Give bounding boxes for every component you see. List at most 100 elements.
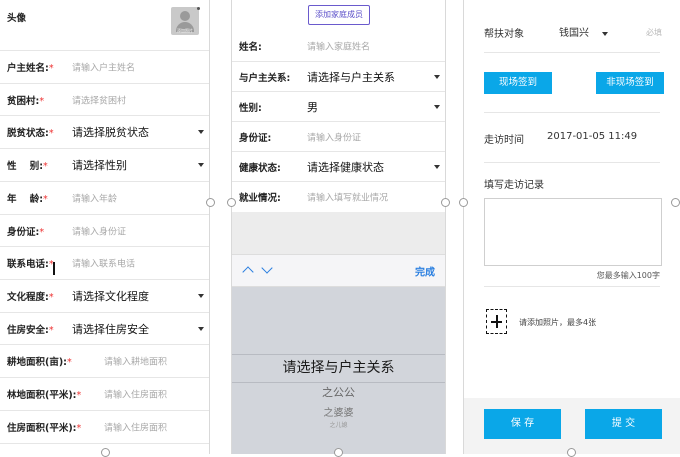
- chevron-down-icon: [198, 326, 204, 331]
- employment-label: 就业情况:: [239, 193, 281, 204]
- resize-handle[interactable]: [206, 198, 215, 207]
- id-card-label: 身份证:*: [7, 226, 45, 238]
- health-select[interactable]: 请选择健康状态: [307, 159, 384, 175]
- poor-village-row[interactable]: 贫困村:* 请选择贫困村: [0, 84, 209, 116]
- picker-option-selected[interactable]: 请选择与户主关系: [232, 357, 445, 377]
- age-input[interactable]: 请输入年龄: [72, 192, 117, 205]
- picker-option[interactable]: 之儿媳: [232, 420, 445, 429]
- householder-name-row[interactable]: 户主姓名:* 请输入户主姓名: [0, 51, 209, 84]
- chevron-down-icon: [602, 32, 608, 36]
- resize-handle[interactable]: [101, 448, 110, 457]
- member-gender-row[interactable]: 性别: 男: [232, 92, 445, 122]
- avatar-caption: 添加照片: [177, 28, 193, 33]
- housing-area-label: 住房面积(平米):*: [7, 423, 82, 434]
- age-label: 年 龄:*: [7, 194, 48, 205]
- chevron-down-icon: [434, 74, 440, 79]
- relation-row[interactable]: 与户主关系: 请选择与户主关系: [232, 62, 445, 92]
- education-row[interactable]: 文化程度:* 请选择文化程度: [0, 280, 209, 313]
- picker-toolbar: 完成: [232, 254, 445, 287]
- health-row[interactable]: 健康状态: 请选择健康状态: [232, 152, 445, 182]
- phone-input[interactable]: 请输入联系电话: [72, 257, 135, 270]
- plus-icon: [495, 315, 498, 328]
- required-hint: 必填: [646, 28, 662, 37]
- age-row[interactable]: 年 龄:* 请输入年龄: [0, 182, 209, 215]
- relation-label: 与户主关系:: [239, 72, 291, 84]
- housing-area-input[interactable]: 请输入住房面积: [104, 421, 167, 434]
- poor-village-input[interactable]: 请选择贫困村: [72, 93, 126, 106]
- gender-select[interactable]: 请选择性别: [72, 157, 127, 173]
- member-name-row[interactable]: 姓名: 请输入家庭姓名: [232, 30, 445, 62]
- householder-name-input[interactable]: 请输入户主姓名: [72, 61, 135, 74]
- visit-record-textarea[interactable]: [484, 198, 662, 266]
- add-photo-button[interactable]: [486, 309, 507, 334]
- employment-row[interactable]: 就业情况: 请输入填写就业情况: [232, 182, 445, 212]
- family-member-panel: 添加家庭成员 姓名: 请输入家庭姓名 与户主关系: 请选择与户主关系 性别: 男…: [231, 0, 446, 454]
- phone-label: 联系电话:*: [7, 259, 54, 270]
- poverty-status-select[interactable]: 请选择脱贫状态: [72, 124, 149, 140]
- picker-option[interactable]: 之公公: [232, 384, 445, 400]
- employment-input[interactable]: 请输入填写就业情况: [307, 191, 388, 204]
- resize-handle[interactable]: [334, 448, 343, 457]
- farmland-area-input[interactable]: 请输入耕地面积: [104, 355, 167, 368]
- forest-area-input[interactable]: 请输入住房面积: [104, 388, 167, 401]
- chevron-down-icon: [434, 164, 440, 169]
- visit-time-label: 走访时间: [484, 135, 524, 146]
- member-gender-select[interactable]: 男: [307, 99, 318, 115]
- assist-target-select[interactable]: 钱国兴: [559, 24, 589, 39]
- member-gender-label: 性别:: [239, 102, 262, 114]
- chevron-down-icon: [198, 163, 204, 167]
- poor-village-label: 贫困村:*: [7, 95, 45, 107]
- farmland-area-label: 耕地面积(亩):*: [7, 357, 72, 368]
- householder-name-label: 户主姓名:*: [7, 63, 54, 74]
- phone-row[interactable]: 联系电话:* 请输入联系电话: [0, 247, 209, 280]
- add-family-member-button[interactable]: 添加家庭成员: [308, 5, 370, 25]
- member-id-label: 身份证:: [239, 132, 272, 144]
- forest-area-row[interactable]: 林地面积(平米):* 请输入住房面积: [0, 378, 209, 411]
- picker-divider: [232, 382, 445, 383]
- divider: [484, 52, 660, 53]
- text-cursor: [53, 262, 55, 275]
- resize-handle[interactable]: [227, 198, 236, 207]
- poverty-status-label: 脱贫状态:*: [7, 128, 54, 139]
- picker-option[interactable]: 之婆婆: [232, 404, 445, 419]
- gender-row[interactable]: 性 别:* 请选择性别: [0, 149, 209, 182]
- housing-safety-label: 住房安全:*: [7, 324, 54, 336]
- id-card-row[interactable]: 身份证:* 请输入身份证: [0, 215, 209, 247]
- resize-handle[interactable]: [671, 198, 680, 207]
- avatar-badge-icon: [197, 7, 200, 10]
- resize-handle[interactable]: [441, 198, 450, 207]
- relation-picker-wheel[interactable]: 请选择与户主关系 之公公 之婆婆 之儿媳: [232, 287, 445, 454]
- photo-hint: 请添加照片，最多4张: [519, 318, 597, 327]
- farmland-area-row[interactable]: 耕地面积(亩):* 请输入耕地面积: [0, 345, 209, 378]
- chevron-down-icon: [198, 294, 204, 298]
- forest-area-label: 林地面积(平米):*: [7, 390, 82, 401]
- chevron-down-icon: [434, 104, 440, 109]
- avatar[interactable]: 添加照片: [171, 7, 199, 35]
- chevron-down-icon: [198, 130, 204, 134]
- avatar-head-icon: [180, 11, 190, 21]
- housing-area-row[interactable]: 住房面积(平米):* 请输入住房面积: [0, 411, 209, 444]
- offsite-checkin-button[interactable]: 非现场签到: [596, 72, 664, 94]
- picker-done-button[interactable]: 完成: [415, 263, 435, 278]
- relation-select[interactable]: 请选择与户主关系: [307, 69, 395, 85]
- picker-divider: [232, 354, 445, 355]
- gender-label: 性 别:*: [7, 161, 48, 172]
- chevron-up-icon[interactable]: [242, 266, 254, 278]
- onsite-checkin-button[interactable]: 现场签到: [484, 72, 552, 94]
- housing-safety-select[interactable]: 请选择住房安全: [72, 321, 149, 337]
- save-button[interactable]: 保 存: [484, 409, 561, 439]
- poverty-status-row[interactable]: 脱贫状态:* 请选择脱贫状态: [0, 116, 209, 149]
- id-card-input[interactable]: 请输入身份证: [72, 224, 126, 237]
- chevron-down-icon[interactable]: [261, 262, 273, 274]
- visit-time-value[interactable]: 2017-01-05 11:49: [547, 131, 637, 142]
- resize-handle[interactable]: [459, 198, 468, 207]
- member-name-input[interactable]: 请输入家庭姓名: [307, 39, 370, 52]
- member-id-row[interactable]: 身份证: 请输入身份证: [232, 122, 445, 152]
- education-select[interactable]: 请选择文化程度: [72, 288, 149, 304]
- avatar-row[interactable]: 头像 添加照片: [0, 0, 209, 51]
- household-form-panel: 头像 添加照片 户主姓名:* 请输入户主姓名 贫困村:* 请选择贫困村 脱贫状态…: [0, 0, 210, 454]
- submit-button[interactable]: 提 交: [585, 409, 662, 439]
- housing-safety-row[interactable]: 住房安全:* 请选择住房安全: [0, 313, 209, 345]
- resize-handle[interactable]: [567, 448, 576, 457]
- member-id-input[interactable]: 请输入身份证: [307, 130, 361, 143]
